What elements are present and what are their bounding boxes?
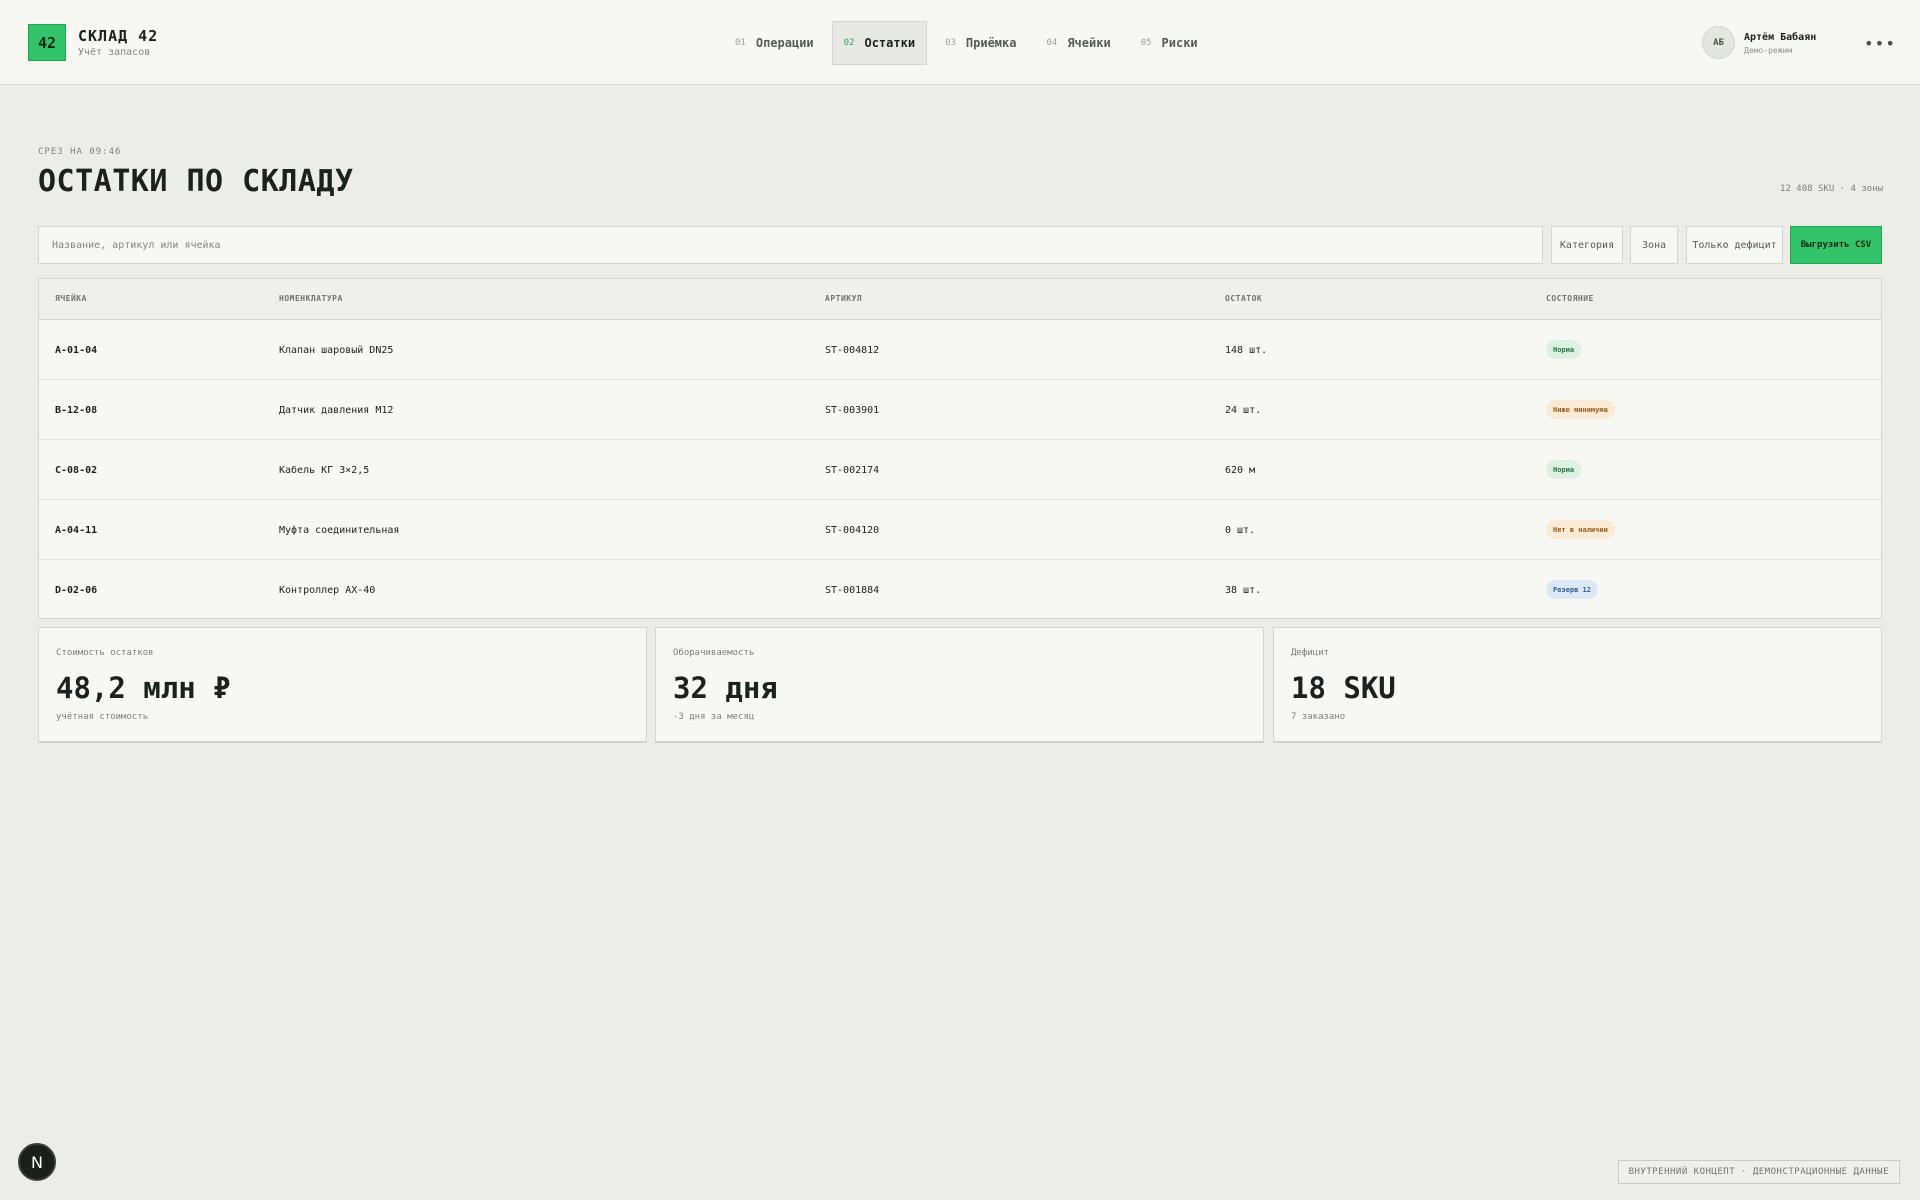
row-name: Муфта соединительная xyxy=(279,525,400,536)
main-nav: 01 Операции 02 Остатки 03 Приёмка 04 Яче… xyxy=(723,21,1216,65)
nav-tab-receiving[interactable]: 03 Приёмка xyxy=(933,21,1028,65)
footer-note: ВНУТРЕННИЙ КОНЦЕПТ · ДЕМОНСТРАЦИОННЫЕ ДА… xyxy=(1617,1160,1900,1184)
nav-tab-label: Ячейки xyxy=(1067,36,1111,50)
row-sku: ST-004120 xyxy=(825,525,880,536)
row-cell: C-08-02 xyxy=(55,465,98,476)
kpi-label: Дефицит xyxy=(1291,648,1329,658)
export-csv-button[interactable]: Выгрузить CSV xyxy=(1790,226,1882,264)
top-bar: 42 СКЛАД 42 Учёт запасов 01 Операции 02 … xyxy=(0,0,1920,85)
row-cell: A-01-04 xyxy=(55,345,98,356)
kpi-subtext: 7 заказано xyxy=(1291,712,1346,722)
column-header-quantity[interactable]: ОСТАТОК xyxy=(1225,294,1262,303)
table-row[interactable]: A-04-11 Муфта соединительная ST-004120 0… xyxy=(39,500,1881,560)
search-input[interactable] xyxy=(38,226,1543,264)
row-quantity: 620 м xyxy=(1225,465,1256,476)
table-row[interactable]: B-12-08 Датчик давления M12 ST-003901 24… xyxy=(39,380,1881,440)
zone-filter-button[interactable]: Зона xyxy=(1630,226,1678,264)
nav-tab-operations[interactable]: 01 Операции xyxy=(723,21,826,65)
snapshot-time: СРЕЗ НА 09:46 xyxy=(38,147,122,157)
nav-tab-number: 01 xyxy=(735,38,746,48)
row-name: Контроллер AX-40 xyxy=(279,585,376,596)
nav-tab-cells[interactable]: 04 Ячейки xyxy=(1034,21,1122,65)
column-header-sku[interactable]: АРТИКУЛ xyxy=(825,294,862,303)
nav-tab-label: Операции xyxy=(755,36,814,50)
nav-tab-label: Приёмка xyxy=(965,36,1017,50)
brand-title: СКЛАД 42 xyxy=(78,27,159,45)
row-quantity: 38 шт. xyxy=(1225,585,1262,596)
dev-tools-button[interactable]: N xyxy=(18,1143,56,1181)
nav-tab-number: 04 xyxy=(1046,38,1058,48)
row-name: Датчик давления M12 xyxy=(279,405,394,416)
page-title: ОСТАТКИ ПО СКЛАДУ xyxy=(38,164,354,199)
kpi-label: Стоимость остатков xyxy=(56,648,154,658)
nav-tab-risks[interactable]: 05 Риски xyxy=(1129,21,1210,65)
user-name: Артём Бабаян xyxy=(1744,32,1817,43)
more-menu-button[interactable]: ••• xyxy=(1864,33,1895,53)
nav-tab-number: 03 xyxy=(945,38,956,48)
status-badge: Нет в наличии xyxy=(1546,520,1615,539)
category-filter-button[interactable]: Категория xyxy=(1551,226,1623,264)
nav-tab-number: 02 xyxy=(843,38,855,48)
kpi-label: Оборачиваемость xyxy=(673,648,755,658)
nav-tab-number: 05 xyxy=(1140,38,1152,48)
row-quantity: 148 шт. xyxy=(1225,345,1268,356)
row-sku: ST-004812 xyxy=(825,345,880,356)
stock-table: ЯЧЕЙКА НОМЕНКЛАТУРА АРТИКУЛ ОСТАТОК СОСТ… xyxy=(38,278,1882,619)
table-row[interactable]: C-08-02 Кабель КГ 3×2,5 ST-002174 620 м … xyxy=(39,440,1881,500)
kpi-card-turnover: Оборачиваемость 32 дня -3 дня за месяц xyxy=(655,627,1264,743)
column-header-status[interactable]: СОСТОЯНИЕ xyxy=(1546,294,1594,303)
row-cell: A-04-11 xyxy=(55,525,98,536)
row-quantity: 0 шт. xyxy=(1225,525,1256,536)
status-badge: Ниже минимума xyxy=(1546,400,1615,419)
nav-tab-label: Риски xyxy=(1161,36,1198,50)
brand-subtitle: Учёт запасов xyxy=(78,47,151,58)
row-sku: ST-003901 xyxy=(825,405,880,416)
table-row[interactable]: A-01-04 Клапан шаровый DN25 ST-004812 14… xyxy=(39,320,1881,380)
status-badge: Норма xyxy=(1546,460,1582,479)
row-cell: D-02-06 xyxy=(55,585,98,596)
status-badge: Норма xyxy=(1546,340,1582,359)
column-header-name[interactable]: НОМЕНКЛАТУРА xyxy=(279,294,343,303)
kpi-subtext: учётная стоимость xyxy=(56,712,149,722)
table-header: ЯЧЕЙКА НОМЕНКЛАТУРА АРТИКУЛ ОСТАТОК СОСТ… xyxy=(39,279,1881,320)
kpi-subtext: -3 дня за месяц xyxy=(673,712,755,722)
kpi-card-stock-value: Стоимость остатков 48,2 млн ₽ учётная ст… xyxy=(38,627,647,743)
deficit-only-button[interactable]: Только дефицит xyxy=(1686,226,1783,264)
page-meta: 12 408 SKU · 4 зоны xyxy=(1780,184,1883,194)
user-mode: Демо-режим xyxy=(1744,46,1793,55)
nav-tab-stock[interactable]: 02 Остатки xyxy=(831,21,928,65)
kpi-value: 32 дня xyxy=(673,671,778,705)
table-row[interactable]: D-02-06 Контроллер AX-40 ST-001884 38 шт… xyxy=(39,560,1881,620)
row-sku: ST-002174 xyxy=(825,465,880,476)
column-header-cell[interactable]: ЯЧЕЙКА xyxy=(55,294,87,303)
kpi-card-deficit: Дефицит 18 SKU 7 заказано xyxy=(1273,627,1882,743)
nav-tab-label: Остатки xyxy=(864,36,916,50)
logo-badge[interactable]: 42 xyxy=(28,24,66,61)
avatar[interactable]: АБ xyxy=(1702,26,1735,59)
kpi-value: 48,2 млн ₽ xyxy=(56,671,231,705)
row-sku: ST-001884 xyxy=(825,585,880,596)
kpi-value: 18 SKU xyxy=(1291,671,1396,705)
row-name: Клапан шаровый DN25 xyxy=(279,345,394,356)
row-name: Кабель КГ 3×2,5 xyxy=(279,465,370,476)
row-quantity: 24 шт. xyxy=(1225,405,1262,416)
row-cell: B-12-08 xyxy=(55,405,98,416)
status-badge: Резерв 12 xyxy=(1546,580,1598,599)
